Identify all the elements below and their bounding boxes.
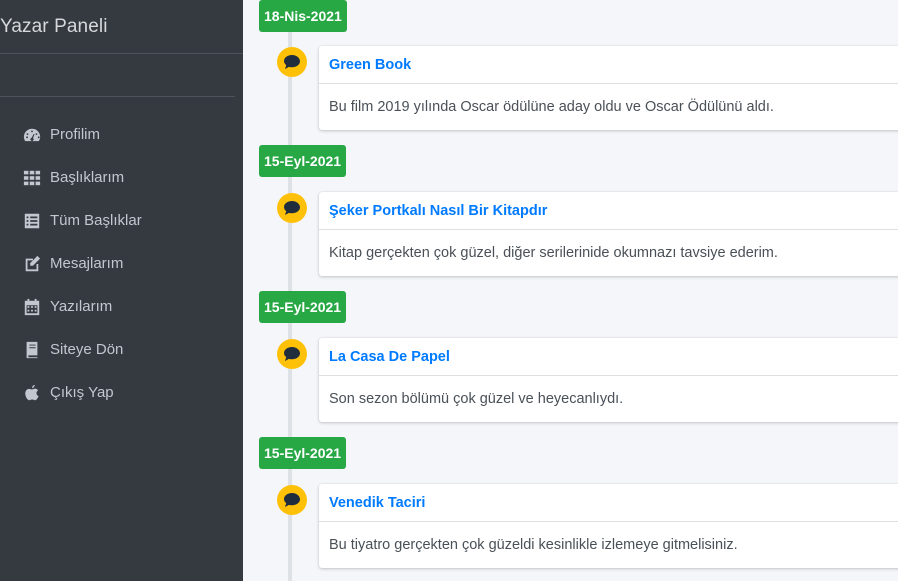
- sidebar-item-label: Profilim: [50, 126, 101, 143]
- timeline-date-label: 15-Eyl-2021: [259, 437, 347, 469]
- timeline-item-title[interactable]: Şeker Portkalı Nasıl Bir Kitapdır: [319, 192, 898, 230]
- book-icon: [22, 340, 42, 360]
- edit-icon: [22, 254, 42, 274]
- timeline-item-body: Bu tiyatro gerçekten çok güzeldi kesinli…: [329, 537, 738, 553]
- list-icon: [22, 211, 42, 231]
- sidebar-item-siteye-don[interactable]: Siteye Dön: [0, 328, 243, 371]
- comment-icon: [277, 193, 307, 223]
- sidebar-item-basliklarim[interactable]: Başlıklarım: [0, 156, 243, 199]
- sidebar-item-profilim[interactable]: Profilim: [0, 113, 243, 156]
- calendar-icon: [22, 297, 42, 317]
- timeline-item-title[interactable]: Green Book: [319, 46, 898, 84]
- timeline-item: Venedik Taciri Bu tiyatro gerçekten çok …: [319, 484, 898, 568]
- timeline-date-label: 15-Eyl-2021: [259, 291, 347, 323]
- timeline-item: La Casa De Papel Son sezon bölümü çok gü…: [319, 338, 898, 422]
- timeline: 18-Nis-2021 Green Book Bu film 2019 yılı…: [243, 0, 898, 581]
- comment-icon: [277, 47, 307, 77]
- timeline-item-body: Son sezon bölümü çok güzel ve heyecanlıy…: [329, 391, 624, 407]
- sidebar: Yazar Paneli Profilim Başlıklarım Tüm Ba…: [0, 0, 243, 581]
- timeline-date-label: 15-Eyl-2021: [259, 145, 347, 177]
- sidebar-nav: Profilim Başlıklarım Tüm Başlıklar Mesaj…: [0, 97, 243, 414]
- sidebar-item-yazilarim[interactable]: Yazılarım: [0, 285, 243, 328]
- timeline-item: Şeker Portkalı Nasıl Bir Kitapdır Kitap …: [319, 192, 898, 276]
- sidebar-item-cikis-yap[interactable]: Çıkış Yap: [0, 371, 243, 414]
- timeline-item: Green Book Bu film 2019 yılında Oscar öd…: [319, 46, 898, 130]
- comment-icon: [277, 339, 307, 369]
- sidebar-item-label: Yazılarım: [50, 298, 113, 315]
- timeline-date-label: 18-Nis-2021: [259, 0, 347, 32]
- sidebar-item-mesajlarim[interactable]: Mesajlarım: [0, 242, 243, 285]
- sidebar-item-label: Çıkış Yap: [50, 384, 114, 401]
- apple-icon: [22, 383, 42, 403]
- tachometer-icon: [22, 125, 42, 145]
- timeline-item-title[interactable]: La Casa De Papel: [319, 338, 898, 376]
- timeline-item-body: Bu film 2019 yılında Oscar ödülüne aday …: [329, 99, 774, 115]
- user-panel: [0, 54, 235, 97]
- grid-icon: [22, 168, 42, 188]
- sidebar-item-tum-basliklar[interactable]: Tüm Başlıklar: [0, 199, 243, 242]
- sidebar-item-label: Siteye Dön: [50, 341, 124, 358]
- comment-icon: [277, 485, 307, 515]
- sidebar-item-label: Başlıklarım: [50, 169, 125, 186]
- brand-title[interactable]: Yazar Paneli: [0, 0, 243, 54]
- sidebar-item-label: Tüm Başlıklar: [50, 212, 142, 229]
- timeline-item-body: Kitap gerçekten çok güzel, diğer seriler…: [329, 245, 778, 261]
- timeline-item-title[interactable]: Venedik Taciri: [319, 484, 898, 522]
- sidebar-item-label: Mesajlarım: [50, 255, 124, 272]
